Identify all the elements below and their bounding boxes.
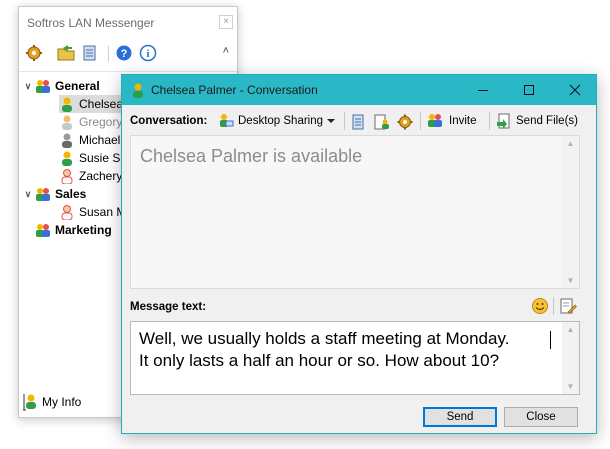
conversation-title-bar[interactable]: Chelsea Palmer - Conversation: [122, 75, 596, 105]
contact-susan[interactable]: Susan M: [59, 203, 126, 221]
contact-name: Susie Sa: [79, 151, 128, 165]
dropdown-arrow-icon: [327, 119, 336, 123]
conversation-history-pane[interactable]: Chelsea Palmer is available ▲ ▼: [130, 135, 580, 289]
group-label: General: [55, 79, 100, 93]
message-scrollbar[interactable]: ▲ ▼: [562, 322, 579, 394]
group-users-icon: [36, 224, 50, 237]
maximize-button[interactable]: [506, 75, 552, 105]
contact-name: Chelsea: [79, 97, 124, 111]
chevron-down-icon[interactable]: ∨: [21, 81, 35, 92]
user-away-icon: [62, 115, 72, 130]
open-folder-icon[interactable]: [57, 44, 75, 62]
desktop-sharing-label: Desktop Sharing: [238, 115, 324, 127]
close-icon: [569, 84, 581, 96]
user-offline-icon: [62, 133, 72, 148]
contact-name: Gregory: [79, 115, 123, 129]
main-window-title: Softros LAN Messenger: [27, 16, 155, 30]
contact-name: Susan M: [79, 205, 127, 219]
contact-susie[interactable]: Susie Sa: [59, 149, 127, 167]
my-info-user-icon: [23, 394, 36, 411]
user-busy-icon: [61, 205, 73, 220]
info-icon[interactable]: i: [139, 44, 157, 62]
scroll-up-icon[interactable]: ▲: [566, 139, 575, 148]
group-marketing[interactable]: Marketing: [35, 221, 112, 239]
status-message: Chelsea Palmer is available: [140, 146, 363, 166]
close-window-button[interactable]: [552, 75, 598, 105]
user-details-icon[interactable]: [374, 114, 390, 130]
group-label: Sales: [55, 187, 87, 201]
svg-text:i: i: [146, 48, 149, 60]
toolbar-separator: [553, 297, 554, 315]
invite-users-icon: [428, 114, 442, 127]
desktop-sharing-icon: [220, 114, 234, 127]
toolbar-divider: [19, 71, 237, 72]
svg-text:?: ?: [121, 48, 128, 60]
main-toolbar: ? i: [19, 41, 237, 67]
settings-gear-icon[interactable]: [25, 44, 43, 62]
user-busy-icon: [61, 169, 73, 184]
contact-name: Zachery: [79, 169, 123, 183]
toolbar-separator: [344, 112, 345, 130]
send-files-button[interactable]: Send File(s): [496, 111, 578, 131]
send-file-icon: [497, 113, 510, 129]
invite-button[interactable]: Invite: [427, 111, 477, 131]
scroll-up-icon[interactable]: ▲: [566, 325, 575, 334]
group-users-icon: [36, 188, 50, 201]
scroll-down-icon[interactable]: ▼: [566, 276, 575, 285]
minimize-button[interactable]: [460, 75, 506, 105]
toolbar-separator: [489, 112, 490, 130]
message-input-text[interactable]: Well, we usually holds a staff meeting a…: [139, 328, 559, 372]
text-format-edit-icon[interactable]: [559, 297, 577, 315]
conversation-window: Chelsea Palmer - Conversation Conversati…: [121, 74, 597, 434]
my-info-label: My Info: [42, 395, 82, 409]
settings-gear-icon[interactable]: [397, 114, 413, 130]
history-scrollbar[interactable]: ▲ ▼: [562, 136, 579, 288]
group-users-icon: [36, 80, 50, 93]
group-general[interactable]: ∨ General: [21, 77, 100, 95]
toolbar-separator: [420, 112, 421, 130]
send-button[interactable]: Send: [423, 407, 497, 427]
maximize-icon: [524, 85, 534, 95]
scroll-down-icon[interactable]: ▼: [566, 382, 575, 391]
contact-name: Michael: [79, 133, 121, 147]
desktop-sharing-dropdown[interactable]: Desktop Sharing: [218, 111, 340, 131]
message-text-label: Message text:: [130, 301, 207, 313]
invite-label: Invite: [449, 115, 477, 127]
help-icon[interactable]: ?: [115, 44, 133, 62]
contact-gregory[interactable]: Gregory: [59, 113, 122, 131]
close-button[interactable]: Close: [504, 407, 578, 427]
conversation-title: Chelsea Palmer - Conversation: [151, 83, 318, 97]
user-available-icon: [62, 151, 72, 166]
send-files-label: Send File(s): [516, 115, 578, 127]
contact-zachery[interactable]: Zachery: [59, 167, 122, 185]
my-info-button[interactable]: My Info: [23, 393, 81, 411]
smiley-icon[interactable]: [531, 297, 549, 315]
history-log-icon[interactable]: [81, 44, 99, 62]
conversation-history-icon[interactable]: [351, 114, 367, 130]
toolbar-separator: [108, 46, 109, 62]
contact-michael[interactable]: Michael: [59, 131, 120, 149]
minimize-icon: [478, 90, 488, 91]
collapse-toolbar-button[interactable]: ˄: [223, 45, 229, 57]
group-sales[interactable]: ∨ Sales: [21, 185, 86, 203]
conversation-label: Conversation:: [130, 115, 208, 127]
text-caret: [550, 331, 551, 349]
chevron-down-icon[interactable]: ∨: [21, 189, 35, 200]
user-available-icon: [133, 83, 143, 98]
message-input[interactable]: Well, we usually holds a staff meeting a…: [130, 321, 580, 395]
group-label: Marketing: [55, 223, 112, 237]
conversation-toolbar: Conversation: Desktop Sharing Invite Sen…: [122, 109, 596, 133]
user-available-icon: [62, 97, 72, 112]
main-close-button[interactable]: ×: [219, 15, 233, 29]
